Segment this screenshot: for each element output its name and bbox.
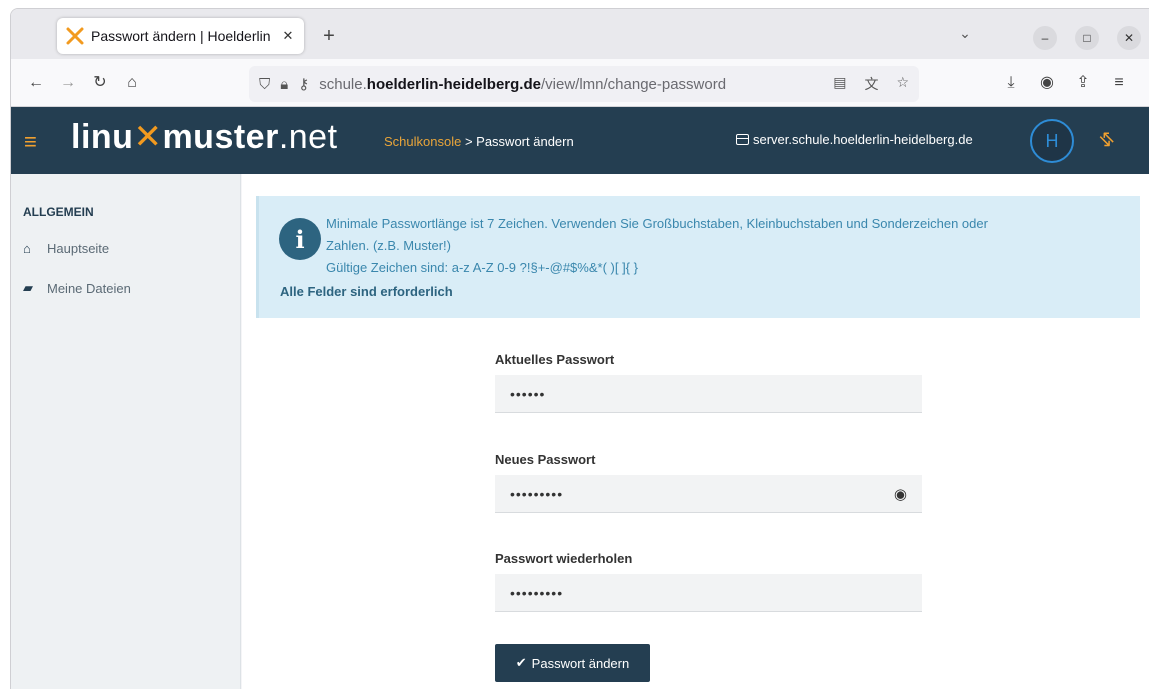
tab-strip: Passwort ändern | Hoelderlin ✕ + ⌄ – □ ✕: [11, 9, 1149, 59]
sidebar: ALLGEMEIN ⌂ Hauptseite ▰ Meine Dateien: [11, 174, 241, 689]
tab-title: Passwort ändern | Hoelderlin: [91, 28, 271, 44]
change-password-button-label: Passwort ändern: [531, 655, 630, 671]
breadcrumb-separator: >: [461, 134, 477, 149]
url-path: /view/lmn/change-password: [540, 75, 727, 93]
reload-icon[interactable]: ↻: [87, 71, 113, 95]
url-host: hoelderlin-heidelberg.de: [366, 75, 541, 93]
required-fields-note: Alle Felder sind erforderlich: [280, 284, 453, 299]
window-maximize-button[interactable]: □: [1075, 26, 1099, 50]
checkmark-icon: ✔: [515, 655, 527, 670]
server-icon: [736, 134, 749, 145]
logo-text-2: muster: [162, 118, 279, 156]
nav-toolbar: ← → ↻ ⌂ ⛉ 🔒︎ ⚷ schule. hoelderlin-heidelb…: [11, 59, 1149, 107]
info-icon: i: [279, 218, 321, 260]
main-content: i Minimale Passwortlänge ist 7 Zeichen. …: [242, 174, 1149, 689]
tab-active[interactable]: Passwort ändern | Hoelderlin ✕: [57, 18, 304, 54]
browser-window: Passwort ändern | Hoelderlin ✕ + ⌄ – □ ✕…: [10, 8, 1149, 689]
share-icon[interactable]: ⇪: [1071, 71, 1095, 95]
logo-text-1: linu: [71, 118, 134, 156]
hamburger-menu-icon[interactable]: ≡: [24, 129, 37, 155]
server-indicator: server.schule.hoelderlin-heidelberg.de: [736, 132, 973, 147]
alert-line-1: Minimale Passwortlänge ist 7 Zeichen. Ve…: [326, 216, 988, 231]
current-password-input[interactable]: ••••••: [495, 375, 922, 413]
download-icon[interactable]: ⤓: [999, 71, 1023, 95]
repeat-password-label: Passwort wiederholen: [495, 551, 633, 566]
new-password-value: •••••••••: [510, 485, 564, 502]
current-password-value: ••••••: [510, 385, 546, 402]
menu-icon[interactable]: ≡: [1107, 71, 1131, 95]
repeat-password-input[interactable]: •••••••••: [495, 574, 922, 612]
shield-icon[interactable]: ⛉: [259, 76, 270, 93]
home-icon[interactable]: ⌂: [119, 71, 145, 95]
home-icon: ⌂: [23, 241, 31, 256]
sidebar-item-label: Hauptseite: [47, 241, 110, 256]
tab-close-icon[interactable]: ✕: [280, 28, 296, 44]
translate-icon[interactable]: 文: [864, 74, 878, 94]
url-bar[interactable]: ⛉ 🔒︎ ⚷ schule. hoelderlin-heidelberg.de/v…: [249, 66, 919, 102]
alert-line-2: Zahlen. (z.B. Muster!): [326, 238, 451, 253]
avatar[interactable]: H: [1030, 119, 1074, 163]
tab-list-chevron-icon[interactable]: ⌄: [953, 25, 977, 45]
folder-icon: ▰: [23, 280, 33, 295]
key-icon[interactable]: ⚷: [298, 75, 309, 93]
lock-icon[interactable]: 🔒︎: [280, 76, 288, 93]
reader-icon[interactable]: ▤: [833, 74, 846, 94]
collapse-arrows-icon[interactable]: ⇆: [1094, 127, 1119, 153]
window-minimize-button[interactable]: –: [1033, 26, 1057, 50]
alert-line-3: Gültige Zeichen sind: a-z A-Z 0-9 ?!§+-@…: [326, 260, 638, 275]
current-password-label: Aktuelles Passwort: [495, 352, 615, 367]
forward-icon[interactable]: →: [55, 71, 81, 95]
new-tab-button[interactable]: +: [317, 24, 341, 48]
account-icon[interactable]: ◉: [1035, 71, 1059, 95]
linuxmuster-favicon-icon: [65, 26, 85, 46]
url-prefix: schule.: [319, 75, 367, 93]
server-name: server.schule.hoelderlin-heidelberg.de: [753, 132, 973, 147]
sidebar-item-hauptseite[interactable]: ⌂ Hauptseite: [23, 241, 109, 256]
window-close-button[interactable]: ✕: [1117, 26, 1141, 50]
repeat-password-value: •••••••••: [510, 584, 564, 601]
app-header: ≡ linu✕muster.net Schulkonsole > Passwor…: [11, 107, 1149, 174]
breadcrumb-current: Passwort ändern: [476, 134, 574, 149]
change-password-button[interactable]: ✔ Passwort ändern: [495, 644, 650, 682]
bookmark-star-icon[interactable]: ☆: [896, 74, 909, 94]
sidebar-item-label: Meine Dateien: [47, 280, 131, 296]
eye-icon[interactable]: ◉: [894, 485, 907, 503]
breadcrumb: Schulkonsole > Passwort ändern: [384, 134, 574, 149]
info-alert: i Minimale Passwortlänge ist 7 Zeichen. …: [256, 196, 1140, 318]
sidebar-item-meine-dateien[interactable]: ▰ Meine Dateien: [23, 280, 131, 296]
logo-x-mark: ✕: [133, 118, 163, 156]
new-password-label: Neues Passwort: [495, 452, 596, 467]
breadcrumb-root-link[interactable]: Schulkonsole: [384, 134, 461, 149]
new-password-input[interactable]: ••••••••• ◉: [495, 475, 922, 513]
sidebar-section-heading: ALLGEMEIN: [23, 205, 94, 219]
linuxmuster-logo[interactable]: linu✕muster.net: [71, 117, 338, 157]
logo-text-3: .net: [278, 118, 338, 156]
back-icon[interactable]: ←: [23, 71, 49, 95]
